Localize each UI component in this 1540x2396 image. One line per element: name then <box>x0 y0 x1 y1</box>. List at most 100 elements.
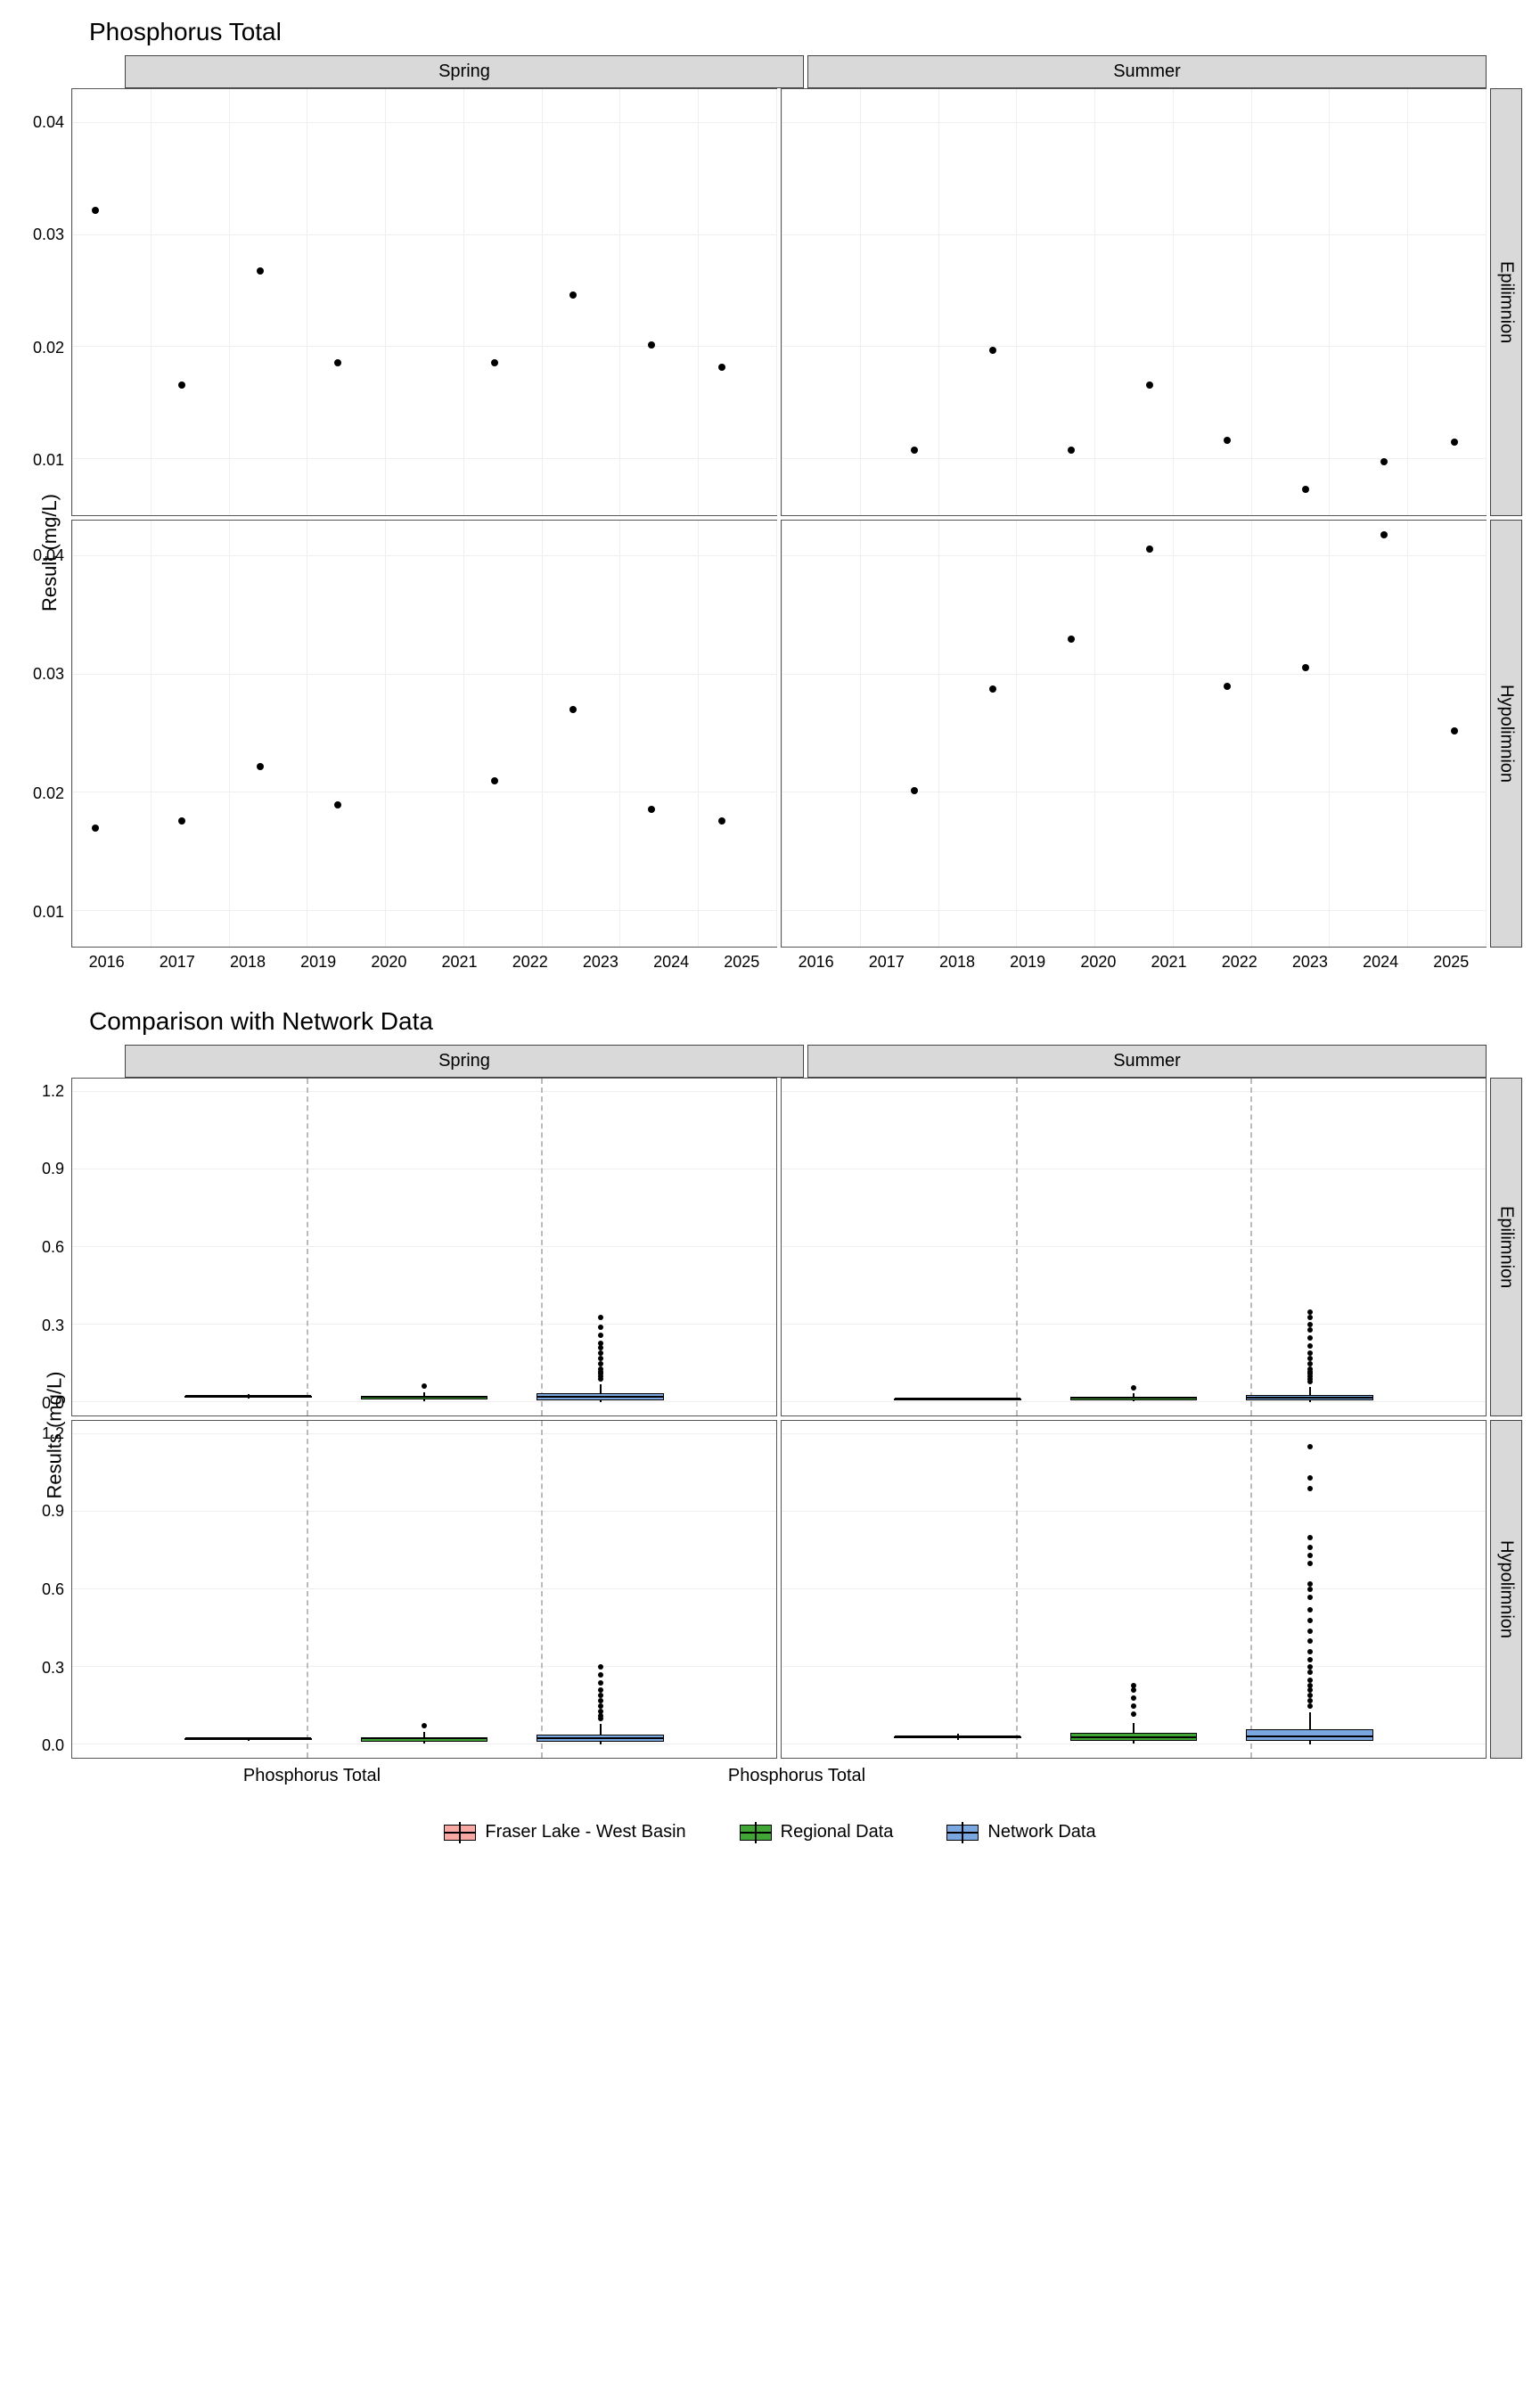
facet2-col-summer: Summer <box>807 1045 1487 1078</box>
data-point <box>1224 683 1231 690</box>
outlier-point <box>1131 1695 1136 1701</box>
data-point <box>989 685 996 693</box>
legend-item: Regional Data <box>740 1822 894 1842</box>
data-point <box>911 447 918 454</box>
data-point <box>491 777 498 784</box>
outlier-point <box>1307 1657 1313 1662</box>
y-ticks: 0.00.30.60.91.2 <box>18 1420 71 1759</box>
boxplot-box <box>361 1737 487 1742</box>
outlier-point <box>1307 1361 1313 1366</box>
facet-col-spring: Spring <box>125 55 804 88</box>
legend-label: Fraser Lake - West Basin <box>485 1822 685 1842</box>
x-category-row: Phosphorus Total Phosphorus Total <box>71 1759 1522 1786</box>
data-point <box>718 364 725 371</box>
outlier-point <box>598 1698 603 1703</box>
outlier-point <box>1307 1366 1313 1372</box>
data-point <box>334 801 341 808</box>
outlier-point <box>1307 1607 1313 1612</box>
outlier-point <box>1307 1638 1313 1644</box>
boxplot-box <box>1070 1733 1197 1741</box>
outlier-point <box>1307 1693 1313 1698</box>
data-point <box>334 359 341 366</box>
data-point <box>257 763 264 770</box>
data-point <box>1224 437 1231 444</box>
data-point <box>178 382 185 389</box>
data-point <box>569 291 577 299</box>
outlier-point <box>598 1341 603 1346</box>
data-point <box>1451 439 1458 446</box>
outlier-point <box>598 1713 603 1719</box>
boxplot-facet-chart: Comparison with Network Data Results (mg… <box>18 1007 1522 1786</box>
outlier-point <box>598 1703 603 1709</box>
outlier-point <box>1307 1698 1313 1703</box>
boxplot-box <box>184 1738 311 1740</box>
outlier-point <box>1307 1595 1313 1600</box>
scatter-facet-chart: Phosphorus Total Result (mg/L) Spring Su… <box>18 18 1522 972</box>
legend: Fraser Lake - West Basin Regional Data Net… <box>18 1822 1522 1842</box>
data-point <box>989 347 996 354</box>
chart2-title: Comparison with Network Data <box>89 1007 1522 1036</box>
x-cat: Phosphorus Total <box>71 1766 553 1786</box>
outlier-point <box>598 1366 603 1372</box>
outlier-point <box>598 1350 603 1356</box>
boxplot-box <box>1246 1729 1372 1741</box>
outlier-point <box>1307 1683 1313 1688</box>
outlier-point <box>1131 1385 1136 1391</box>
legend-swatch <box>946 1825 979 1841</box>
data-point <box>1380 531 1388 538</box>
boxplot-box <box>537 1735 663 1742</box>
outlier-point <box>1307 1356 1313 1361</box>
data-point <box>1302 486 1309 493</box>
data-point <box>911 787 918 794</box>
outlier-point <box>598 1345 603 1350</box>
outlier-point <box>1307 1535 1313 1540</box>
outlier-point <box>1131 1687 1136 1693</box>
data-point <box>92 825 99 832</box>
facet2-row-hypo: Hypolimnion <box>1490 1420 1522 1759</box>
data-point <box>1302 664 1309 671</box>
legend-item: Network Data <box>946 1822 1095 1842</box>
data-point <box>648 806 655 813</box>
legend-item: Fraser Lake - West Basin <box>444 1822 685 1842</box>
outlier-point <box>1307 1664 1313 1670</box>
outlier-point <box>1307 1629 1313 1634</box>
facet2-col-spring: Spring <box>125 1045 804 1078</box>
outlier-point <box>1307 1581 1313 1587</box>
boxplot-box <box>1246 1395 1372 1400</box>
data-point <box>92 207 99 214</box>
panel2-spring-hypo <box>71 1420 777 1759</box>
data-point <box>718 817 725 825</box>
panel-spring-hypo <box>71 520 777 948</box>
boxplot-box <box>1070 1397 1197 1399</box>
data-point <box>1068 447 1075 454</box>
x-ticks: 2016201720182019202020212022202320242025… <box>71 953 1522 972</box>
outlier-point <box>1307 1703 1313 1709</box>
outlier-point <box>1307 1444 1313 1449</box>
outlier-point <box>598 1680 603 1686</box>
chart1-title: Phosphorus Total <box>89 18 1522 46</box>
outlier-point <box>598 1672 603 1678</box>
outlier-point <box>1131 1703 1136 1709</box>
facet2-row-epi: Epilimnion <box>1490 1078 1522 1416</box>
outlier-point <box>1307 1335 1313 1341</box>
panel2-spring-epi <box>71 1078 777 1416</box>
facet-row-hypo: Hypolimnion <box>1490 520 1522 948</box>
outlier-point <box>1307 1670 1313 1675</box>
data-point <box>648 341 655 349</box>
outlier-point <box>1307 1687 1313 1693</box>
outlier-point <box>1307 1618 1313 1623</box>
outlier-point <box>1131 1711 1136 1717</box>
panel-spring-epi <box>71 88 777 516</box>
outlier-point <box>598 1333 603 1338</box>
outlier-point <box>1307 1315 1313 1320</box>
outlier-point <box>1307 1545 1313 1550</box>
outlier-point <box>1307 1327 1313 1333</box>
outlier-point <box>1307 1309 1313 1315</box>
outlier-point <box>1131 1683 1136 1688</box>
outlier-point <box>1307 1561 1313 1566</box>
panel2-summer-hypo <box>781 1420 1487 1759</box>
outlier-point <box>598 1361 603 1366</box>
outlier-point <box>1307 1678 1313 1683</box>
panel-summer-hypo <box>781 520 1487 948</box>
boxplot-box <box>184 1396 311 1398</box>
